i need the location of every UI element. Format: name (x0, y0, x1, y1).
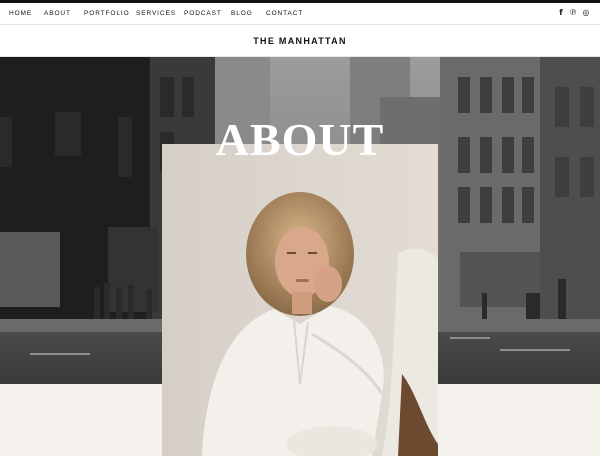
nav-item-portfolio[interactable]: PORTFOLIO (84, 10, 130, 17)
nav-item-contact[interactable]: CONTACT (266, 10, 303, 17)
page-heading: ABOUT (215, 114, 385, 165)
site-title[interactable]: THE MANHATTAN (0, 36, 600, 46)
brand-bar: THE MANHATTAN (0, 25, 600, 57)
pinterest-icon[interactable]: ℗ (568, 8, 578, 17)
portrait-photo (162, 144, 438, 456)
nav-item-podcast[interactable]: PODCAST (184, 10, 222, 17)
portrait-illustration (162, 144, 438, 456)
facebook-icon[interactable]: f (556, 8, 566, 17)
nav-item-services[interactable]: SERVICES (136, 10, 176, 17)
main-navigation: HOME ABOUT PORTFOLIO SERVICES PODCAST BL… (0, 3, 600, 25)
instagram-icon[interactable]: ◎ (581, 8, 591, 17)
nav-item-about[interactable]: ABOUT (44, 10, 71, 17)
nav-item-blog[interactable]: BLOG (231, 10, 253, 17)
nav-item-home[interactable]: HOME (9, 10, 32, 17)
